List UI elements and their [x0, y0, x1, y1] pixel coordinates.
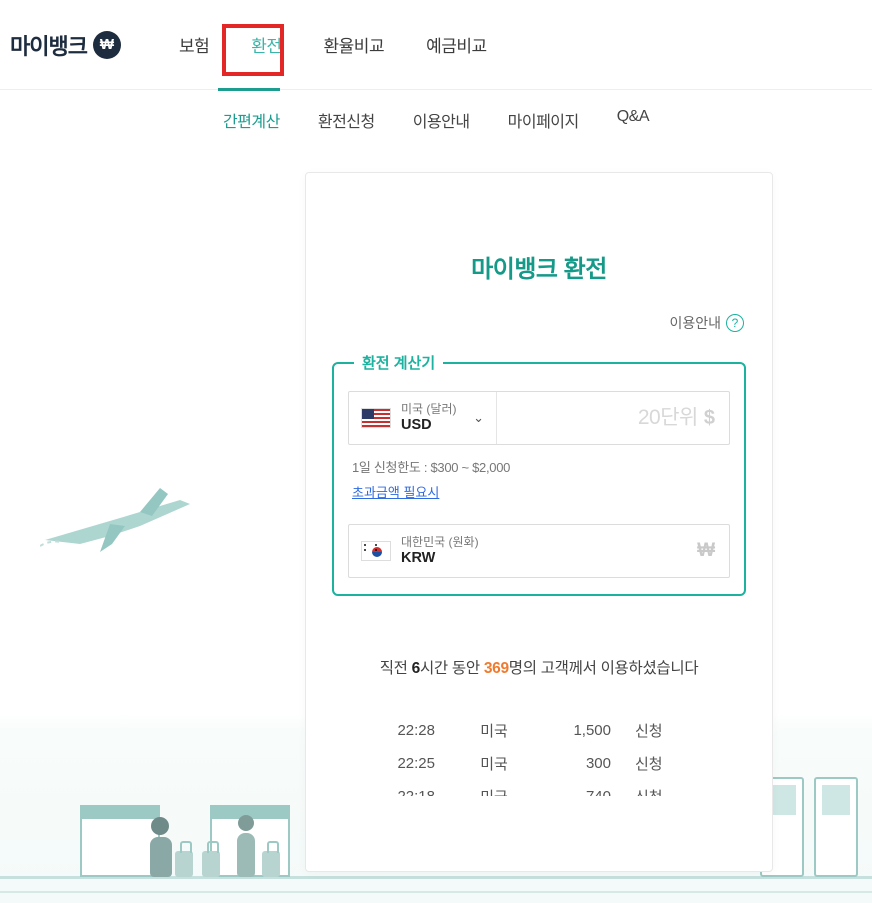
- tab-simple-calc[interactable]: 간편계산: [223, 108, 280, 140]
- tx-status: 신청: [619, 747, 699, 780]
- tx-time: 22:28: [379, 714, 459, 747]
- chevron-down-icon: ⌄: [473, 410, 484, 426]
- luggage-illustration: [262, 851, 280, 877]
- luggage-illustration: [202, 851, 220, 877]
- tx-country: 미국: [459, 747, 529, 780]
- dollar-icon: $: [704, 407, 715, 430]
- to-country-label: 대한민국 (원화): [401, 536, 479, 550]
- tab-qna[interactable]: Q&A: [617, 108, 649, 140]
- from-amount-input[interactable]: [511, 407, 698, 430]
- question-icon: ?: [726, 314, 744, 332]
- brand-logo[interactable]: 마이뱅크 ₩: [10, 29, 121, 61]
- from-currency-row: 미국 (달러) USD ⌄ $: [348, 391, 730, 445]
- luggage-illustration: [175, 851, 193, 877]
- floor-line-2: [0, 891, 872, 893]
- calculator-fieldset: 환전 계산기 미국 (달러) USD ⌄ $ 1일 신청한도 : $300 ~ …: [332, 352, 746, 596]
- nav-deposit-compare[interactable]: 예금비교: [422, 24, 491, 65]
- tx-country: 미국: [459, 714, 529, 747]
- tx-country: 미국: [459, 780, 529, 796]
- transaction-row: 22:18미국740신청: [379, 780, 699, 796]
- to-currency-code: KRW: [401, 550, 479, 567]
- won-icon: ₩: [93, 31, 121, 59]
- sub-nav: 간편계산 환전신청 이용안내 마이페이지 Q&A: [0, 90, 872, 150]
- tx-status: 신청: [619, 714, 699, 747]
- tx-status: 신청: [619, 780, 699, 796]
- won-symbol-icon: ₩: [697, 540, 715, 562]
- usage-guide-label: 이용안내: [669, 313, 721, 333]
- nav-exchange[interactable]: 환전: [247, 24, 285, 65]
- to-amount-wrapper: ₩: [497, 525, 729, 577]
- us-flag-icon: [361, 408, 391, 428]
- kr-flag-icon: [361, 541, 391, 561]
- transaction-row: 22:28미국1,500신청: [379, 714, 699, 747]
- tx-time: 22:25: [379, 747, 459, 780]
- kiosk-illustration: [814, 777, 858, 877]
- tab-mypage[interactable]: 마이페이지: [508, 108, 579, 140]
- nav-rate-compare[interactable]: 환율비교: [320, 24, 389, 65]
- usage-guide-link[interactable]: 이용안내 ?: [669, 313, 744, 333]
- daily-limit-note: 1일 신청한도 : $300 ~ $2,000: [348, 457, 730, 476]
- top-bar: 마이뱅크 ₩ 보험 환전 환율비교 예금비교: [0, 0, 872, 90]
- tx-amount: 1,500: [529, 714, 619, 747]
- tx-amount: 300: [529, 747, 619, 780]
- from-currency-selector[interactable]: 미국 (달러) USD ⌄: [349, 392, 497, 444]
- to-currency-selector[interactable]: 대한민국 (원화) KRW: [349, 525, 497, 577]
- counter-illustration: [80, 817, 160, 877]
- main-nav: 보험 환전 환율비교 예금비교: [175, 24, 491, 65]
- calculator-legend: 환전 계산기: [354, 352, 443, 373]
- usage-stats: 직전 6시간 동안 369명의 고객께서 이용하셨습니다: [306, 656, 772, 678]
- tab-usage-guide[interactable]: 이용안내: [413, 108, 470, 140]
- person-illustration: [236, 815, 256, 877]
- transaction-row: 22:25미국300신청: [379, 747, 699, 780]
- nav-insurance[interactable]: 보험: [175, 24, 213, 65]
- tx-time: 22:18: [379, 780, 459, 796]
- tx-amount: 740: [529, 780, 619, 796]
- over-limit-link[interactable]: 초과금액 필요시: [348, 482, 439, 501]
- transactions-list: 22:28미국1,500신청22:25미국300신청22:18미국740신청22…: [379, 696, 699, 796]
- tab-exchange-request[interactable]: 환전신청: [318, 108, 375, 140]
- brand-name: 마이뱅크: [10, 29, 87, 61]
- from-country-label: 미국 (달러): [401, 403, 457, 417]
- card-title: 마이뱅크 환전: [306, 173, 772, 324]
- from-currency-code: USD: [401, 417, 457, 434]
- airplane-illustration: [40, 480, 190, 560]
- exchange-card: 마이뱅크 환전 이용안내 ? 환전 계산기 미국 (달러) USD ⌄ $ 1일…: [305, 172, 773, 872]
- person-illustration: [150, 817, 170, 877]
- to-currency-row: 대한민국 (원화) KRW ₩: [348, 524, 730, 578]
- from-amount-wrapper: $: [497, 392, 729, 444]
